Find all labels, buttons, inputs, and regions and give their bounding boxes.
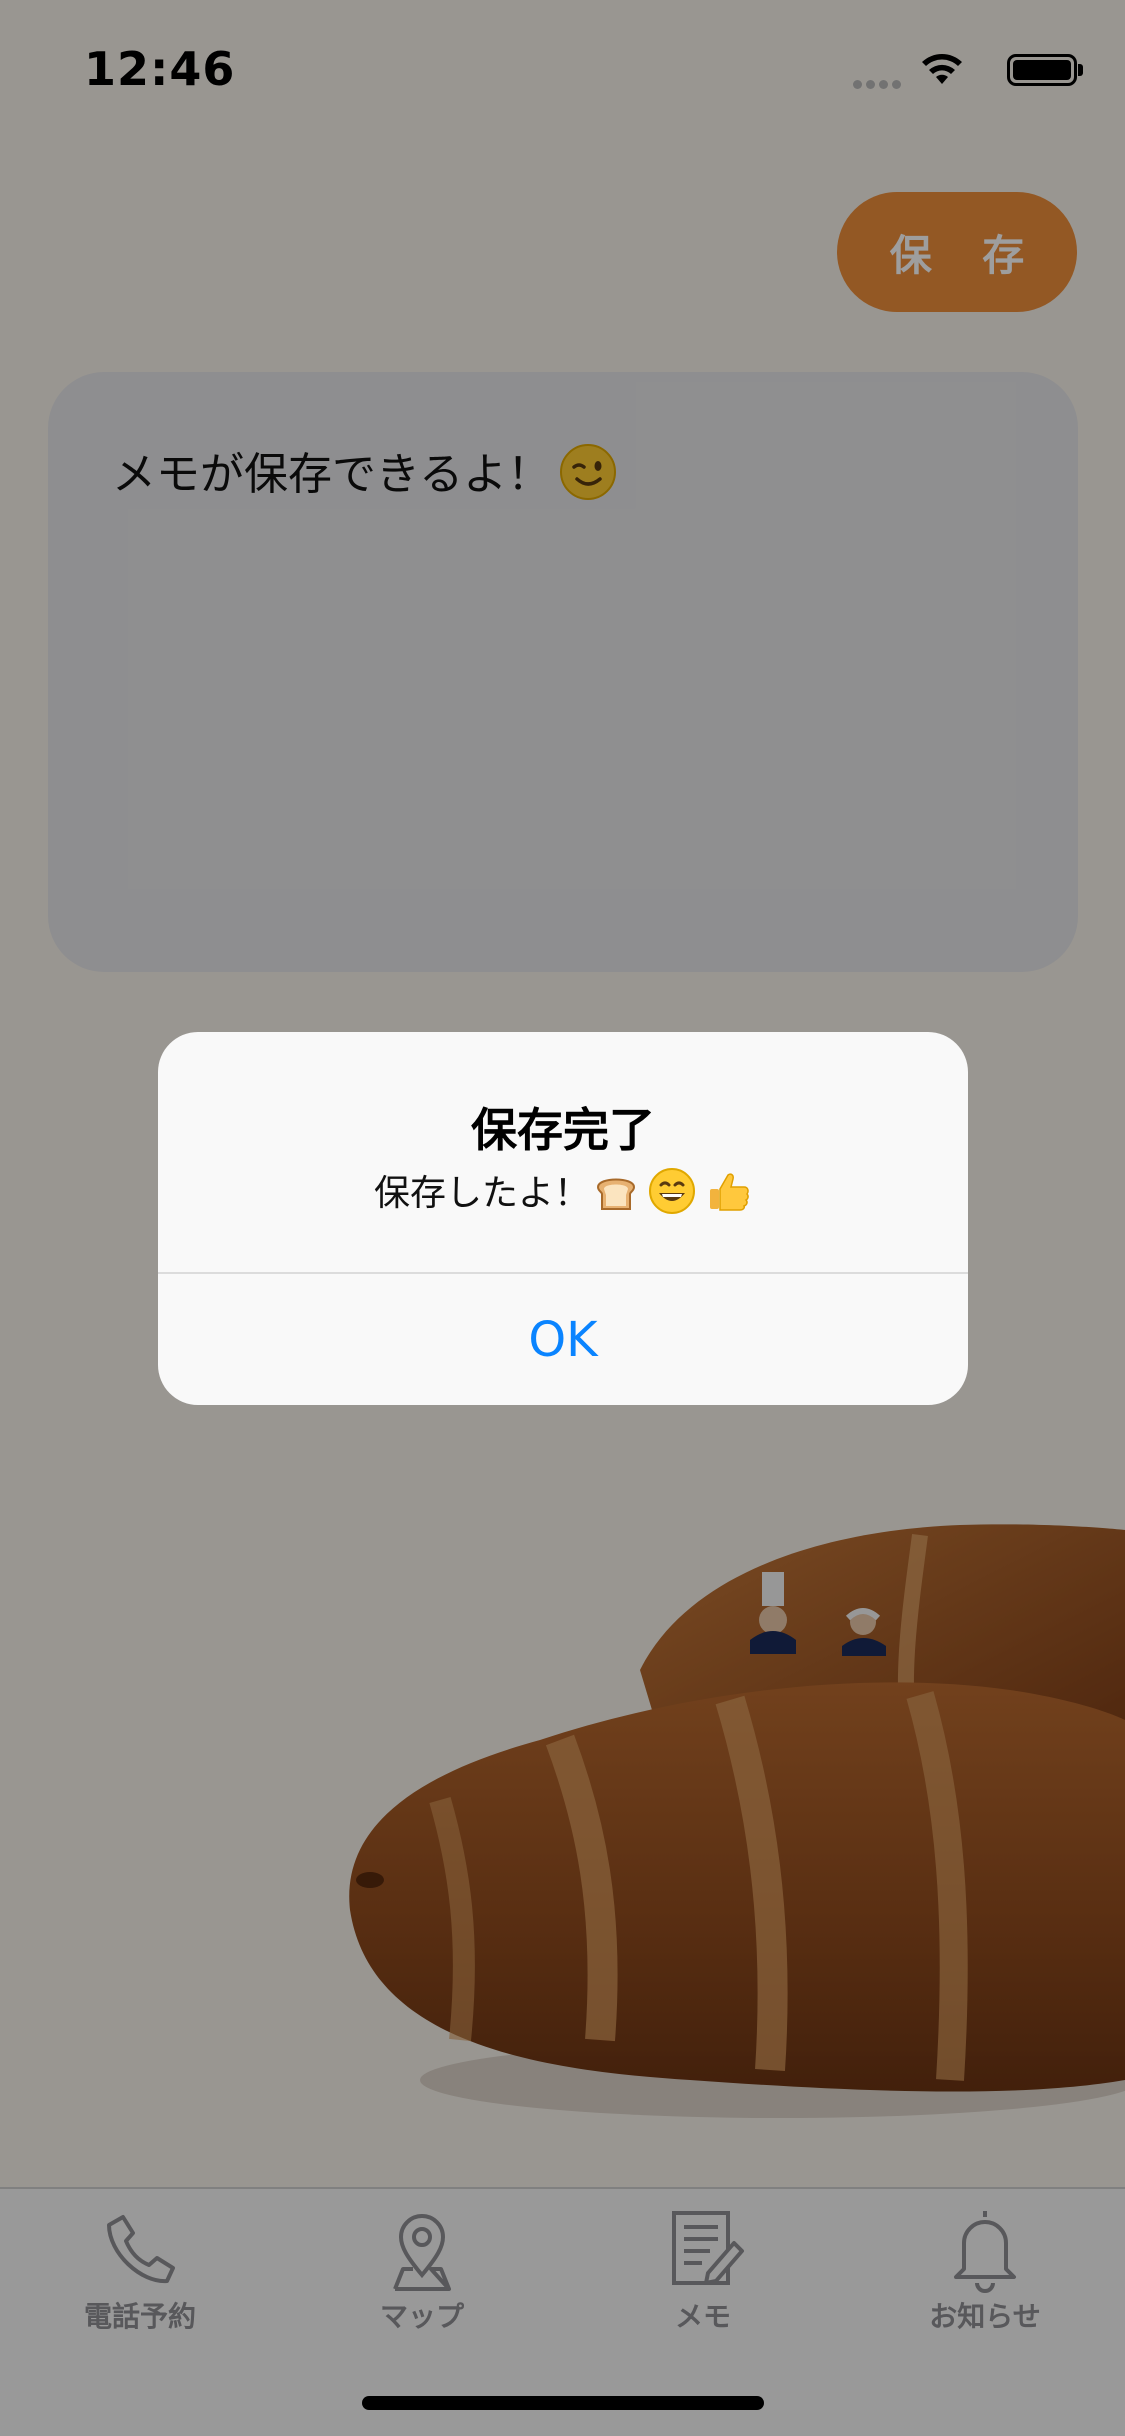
- alert-message: 保存したよ！: [158, 1164, 968, 1216]
- alert-ok-button[interactable]: OK: [158, 1274, 968, 1405]
- save-complete-alert: 保存完了 保存したよ！ OK: [158, 1032, 968, 1405]
- thumbs-up-emoji: [710, 1173, 749, 1211]
- grinning-face-emoji: [649, 1168, 695, 1214]
- home-indicator[interactable]: [362, 2396, 764, 2410]
- alert-message-text: 保存したよ！: [373, 1173, 590, 1214]
- alert-title: 保存完了: [471, 1103, 655, 1157]
- bread-emoji: [596, 1178, 636, 1210]
